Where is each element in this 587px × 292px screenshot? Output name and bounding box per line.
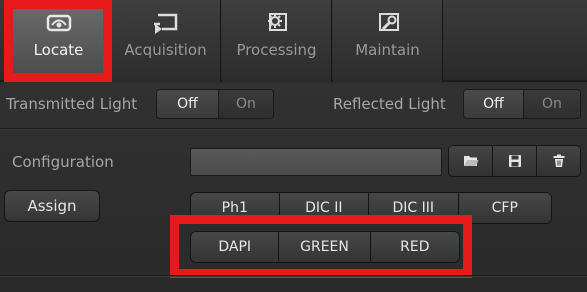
configuration-field[interactable] [190, 148, 442, 176]
assign-button[interactable]: Assign [4, 190, 100, 222]
configuration-actions [448, 145, 581, 177]
tab-processing-label: Processing [236, 41, 317, 59]
bottom-divider [0, 275, 587, 276]
tab-acquisition[interactable]: Acquisition [111, 0, 221, 82]
processing-gear-icon [267, 13, 287, 31]
transmitted-light-off-button[interactable]: Off [157, 90, 218, 118]
section-divider [0, 128, 587, 129]
delete-trash-icon [553, 154, 564, 167]
reflected-light-off-button[interactable]: Off [464, 90, 523, 118]
filter-dapi-button[interactable]: DAPI [191, 232, 279, 262]
tab-maintain-label: Maintain [355, 41, 420, 59]
tab-processing[interactable]: Processing [222, 0, 332, 82]
filter-ph1-button[interactable]: Ph1 [191, 193, 279, 223]
eye-icon [46, 14, 71, 32]
filter-cfp-button[interactable]: CFP [457, 193, 551, 223]
reflected-light-on-button[interactable]: On [522, 90, 580, 118]
acquisition-icon [153, 13, 177, 34]
save-configuration-button[interactable] [492, 146, 536, 176]
tab-locate-label: Locate [33, 41, 84, 59]
filter-dic-iii-button[interactable]: DIC III [368, 193, 458, 223]
tab-acquisition-label: Acquisition [124, 41, 207, 59]
filter-red-button[interactable]: RED [369, 232, 459, 262]
filter-row-2: DAPI GREEN RED [190, 231, 460, 263]
delete-configuration-button[interactable] [536, 146, 580, 176]
transmitted-light-on-button[interactable]: On [217, 90, 273, 118]
transmitted-light-label: Transmitted Light [6, 95, 138, 113]
maintain-wrench-icon [378, 13, 399, 31]
filter-green-button[interactable]: GREEN [278, 232, 370, 262]
folder-open-icon [463, 156, 478, 166]
save-icon [508, 155, 521, 167]
open-configuration-button[interactable] [449, 146, 492, 176]
filter-dic-ii-button[interactable]: DIC II [278, 193, 369, 223]
tab-maintain[interactable]: Maintain [333, 0, 443, 82]
tab-locate[interactable]: Locate [8, 0, 110, 82]
tab-bar: Locate Acquisition Processing Maintain [0, 0, 587, 82]
reflected-light-label: Reflected Light [333, 95, 446, 113]
filter-row-1: Ph1 DIC II DIC III CFP [190, 192, 552, 224]
configuration-label: Configuration [12, 153, 114, 171]
reflected-light-toggle: Off On [463, 89, 581, 119]
locate-window: Locate Acquisition Processing Maintain T… [0, 0, 587, 292]
transmitted-light-toggle: Off On [156, 89, 274, 119]
